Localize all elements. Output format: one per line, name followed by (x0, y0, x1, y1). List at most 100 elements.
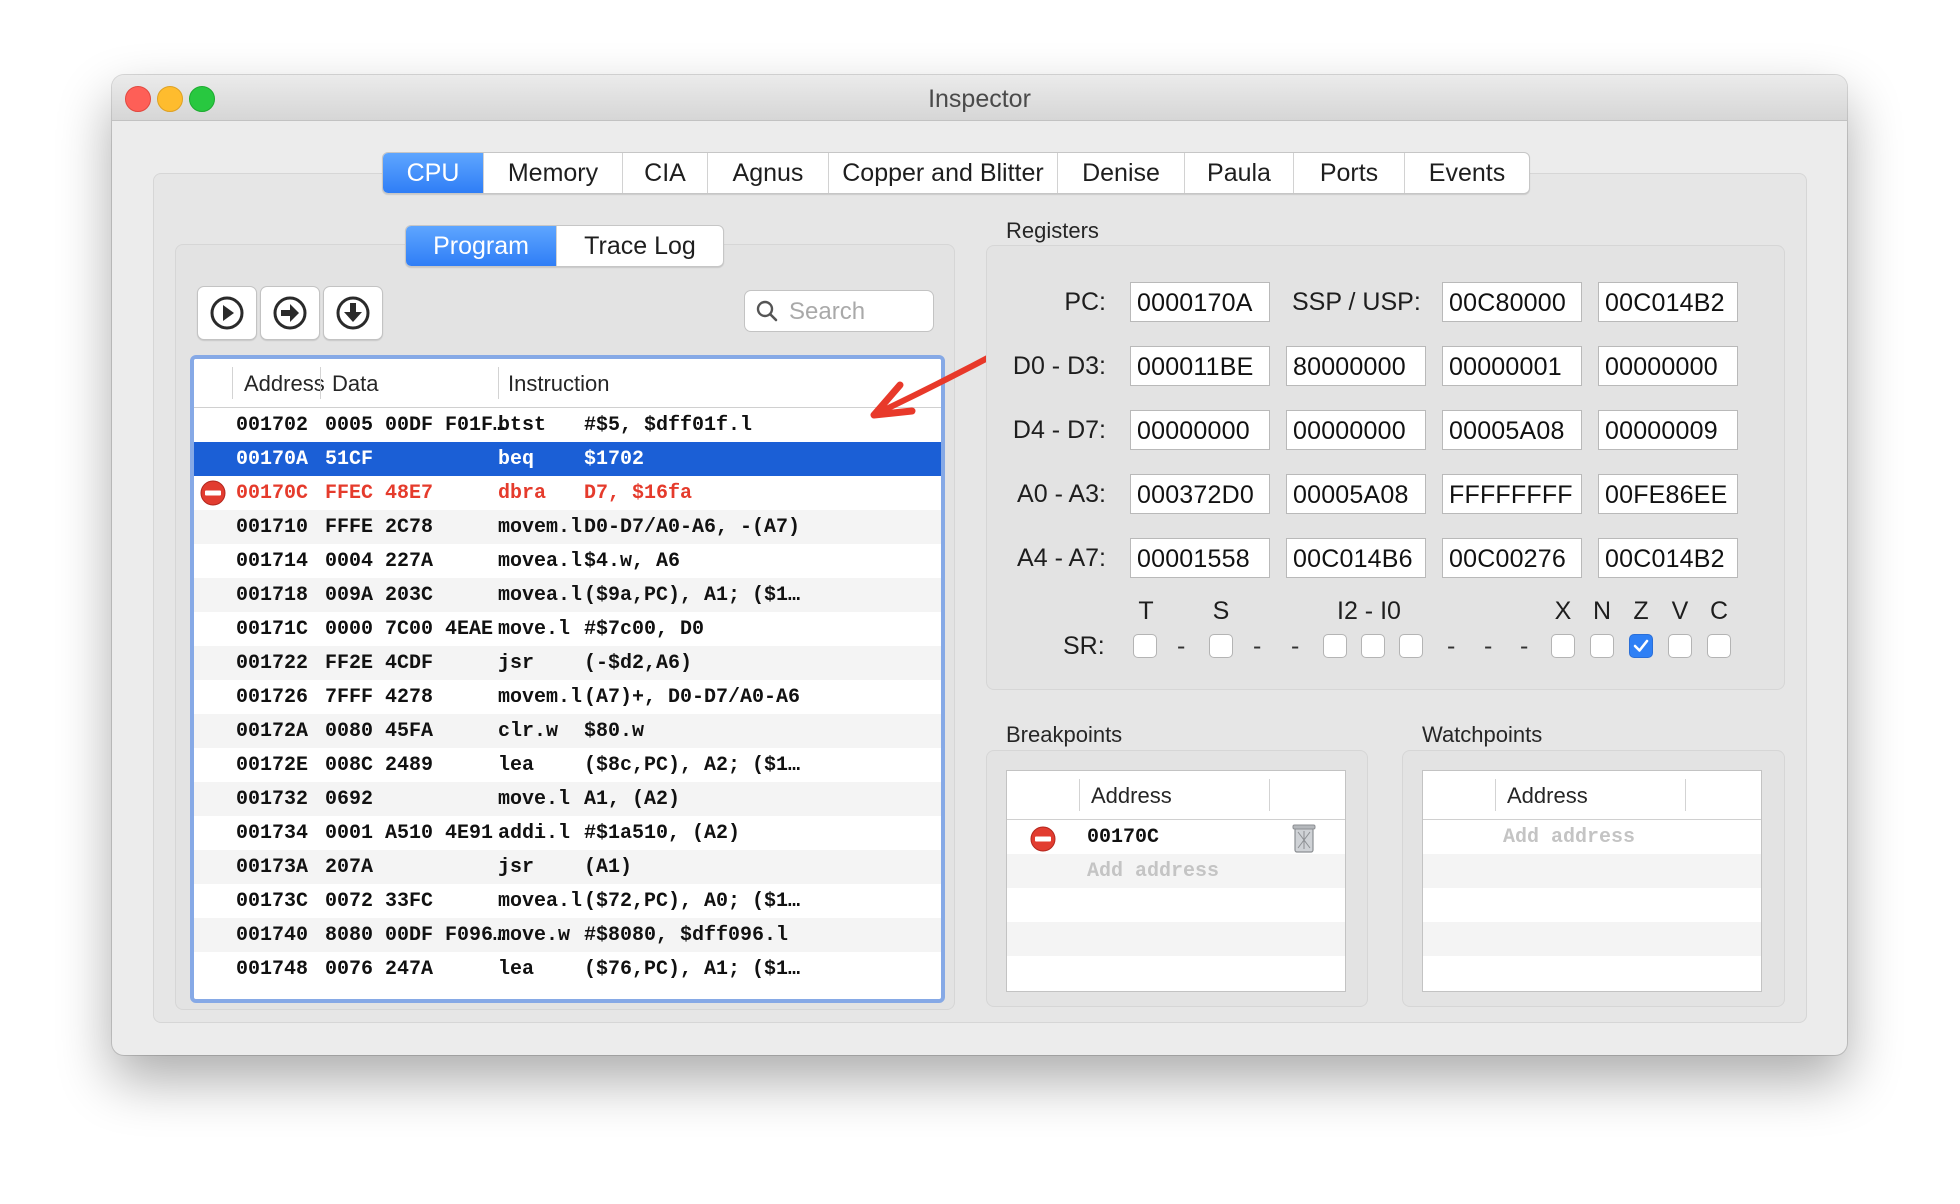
tab-program[interactable]: Program (406, 226, 557, 266)
register-a3[interactable]: 00FE86EE (1598, 474, 1738, 514)
title-bar: Inspector (112, 75, 1847, 121)
table-row[interactable]: 001710 FFFE 2C78 movem.l D0-D7/A0-A6, -(A7) (194, 510, 941, 544)
play-icon (210, 296, 244, 330)
table-row[interactable]: 001740 8080 00DF F096… move.w #$8080, $dff0… (194, 918, 941, 952)
table-row[interactable]: 001718 009A 203C movea.l ($9a,PC), A1; ($1… (194, 578, 941, 612)
row-mnemonic: movea.l (498, 584, 583, 607)
empty-row (1423, 888, 1761, 922)
tab-denise[interactable]: Denise (1058, 153, 1185, 193)
sr-bit-i0-checkbox[interactable] (1399, 634, 1423, 658)
sr-separator: - (1253, 632, 1262, 660)
breakpoint-add-row[interactable]: Add address (1007, 854, 1345, 888)
breakpoints-column-address[interactable]: Address (1091, 783, 1172, 809)
tab-agnus[interactable]: Agnus (708, 153, 829, 193)
flag-label-n: N (1592, 597, 1612, 625)
table-row[interactable]: 00170A 51CF beq $1702 (194, 442, 941, 476)
sr-bit-i2-checkbox[interactable] (1323, 634, 1347, 658)
register-ssp[interactable]: 00C80000 (1442, 282, 1582, 322)
register-d5[interactable]: 00000000 (1286, 410, 1426, 450)
sr-bit-t-checkbox[interactable] (1133, 634, 1157, 658)
tab-trace-log[interactable]: Trace Log (557, 226, 723, 266)
checkmark-icon (1633, 639, 1649, 652)
sr-bit-i1-checkbox[interactable] (1361, 634, 1385, 658)
table-row[interactable]: 001748 0076 247A lea ($76,PC), A1; ($1… (194, 952, 941, 986)
run-button[interactable] (197, 286, 257, 340)
column-header-address[interactable]: Address (244, 371, 325, 397)
column-header-instruction[interactable]: Instruction (508, 371, 610, 397)
row-data: 207A (325, 856, 374, 879)
step-over-button[interactable] (260, 286, 320, 340)
table-row[interactable]: 001722 FF2E 4CDF jsr (-$d2,A6) (194, 646, 941, 680)
breakpoint-icon[interactable] (199, 479, 227, 507)
instruction-table[interactable]: Address Data Instruction 001702 0005 00DF… (190, 355, 945, 1003)
register-a6[interactable]: 00C00276 (1442, 538, 1582, 578)
table-row[interactable]: 00172E 008C 2489 lea ($8c,PC), A2; ($1… (194, 748, 941, 782)
search-icon (756, 300, 778, 322)
row-address: 001714 (236, 550, 309, 573)
column-header-data[interactable]: Data (332, 371, 378, 397)
flag-label-i2-i0: I2 - I0 (1337, 597, 1401, 625)
sr-bit-n-checkbox[interactable] (1590, 634, 1614, 658)
register-d0[interactable]: 000011BE (1130, 346, 1270, 386)
register-d4[interactable]: 00000000 (1130, 410, 1270, 450)
register-d3[interactable]: 00000000 (1598, 346, 1738, 386)
table-row[interactable]: 001734 0001 A510 4E91 addi.l #$1a510, (A2) (194, 816, 941, 850)
sr-bit-x-checkbox[interactable] (1551, 634, 1575, 658)
row-mnemonic: beq (498, 448, 535, 471)
sub-tab-bar: Program Trace Log (405, 225, 724, 267)
register-d2[interactable]: 00000001 (1442, 346, 1582, 386)
register-a2[interactable]: FFFFFFFF (1442, 474, 1582, 514)
table-row[interactable]: 00173C 0072 33FC movea.l ($72,PC), A0; ($1… (194, 884, 941, 918)
breakpoint-row[interactable]: 00170C (1007, 820, 1345, 854)
row-data: FF2E 4CDF (325, 652, 434, 675)
watchpoints-column-address[interactable]: Address (1507, 783, 1588, 809)
sr-separator: - (1177, 632, 1186, 660)
row-operands: D7, $16fa (584, 482, 693, 505)
table-row[interactable]: 00170C FFEC 48E7 dbra D7, $16fa (194, 476, 941, 510)
tab-events[interactable]: Events (1405, 153, 1529, 193)
sr-bit-z-checkbox[interactable] (1629, 634, 1653, 658)
trash-icon[interactable] (1289, 822, 1319, 854)
table-row[interactable]: 00172A 0080 45FA clr.w $80.w (194, 714, 941, 748)
watchpoint-add-row[interactable]: Add address (1423, 820, 1761, 854)
breakpoints-table[interactable]: Address 00170C Add address (1006, 770, 1346, 992)
watchpoints-table[interactable]: Address Add address (1422, 770, 1762, 992)
row-mnemonic: jsr (498, 652, 535, 675)
register-a0[interactable]: 000372D0 (1130, 474, 1270, 514)
tab-cia[interactable]: CIA (623, 153, 708, 193)
registers-title: Registers (1006, 218, 1099, 243)
row-address: 00173A (236, 856, 309, 879)
tab-paula[interactable]: Paula (1185, 153, 1294, 193)
flag-label-s: S (1212, 597, 1230, 625)
tab-copper-and-blitter[interactable]: Copper and Blitter (829, 153, 1058, 193)
step-into-button[interactable] (323, 286, 383, 340)
register-a5[interactable]: 00C014B6 (1286, 538, 1426, 578)
register-a1[interactable]: 00005A08 (1286, 474, 1426, 514)
register-pc[interactable]: 0000170A (1130, 282, 1270, 322)
register-d7[interactable]: 00000009 (1598, 410, 1738, 450)
row-operands: $80.w (584, 720, 645, 743)
row-address: 00171C (236, 618, 309, 641)
sr-bit-s-checkbox[interactable] (1209, 634, 1233, 658)
table-row[interactable]: 001726 7FFF 4278 movem.l (A7)+, D0-D7/A0-A6 (194, 680, 941, 714)
tab-cpu[interactable]: CPU (383, 153, 484, 193)
tab-memory[interactable]: Memory (484, 153, 623, 193)
sr-bit-c-checkbox[interactable] (1707, 634, 1731, 658)
register-d6[interactable]: 00005A08 (1442, 410, 1582, 450)
register-d1[interactable]: 80000000 (1286, 346, 1426, 386)
row-mnemonic: btst (498, 414, 547, 437)
table-row[interactable]: 001702 0005 00DF F01F… btst #$5, $dff01f.l (194, 408, 941, 442)
sr-bit-v-checkbox[interactable] (1668, 634, 1692, 658)
register-usp[interactable]: 00C014B2 (1598, 282, 1738, 322)
table-row[interactable]: 001714 0004 227A movea.l $4.w, A6 (194, 544, 941, 578)
table-row[interactable]: 00171C 0000 7C00 4EAE move.l #$7c00, D0 (194, 612, 941, 646)
register-a7[interactable]: 00C014B2 (1598, 538, 1738, 578)
tab-ports[interactable]: Ports (1294, 153, 1405, 193)
row-address: 00172A (236, 720, 309, 743)
row-address: 001734 (236, 822, 309, 845)
table-row[interactable]: 00173A 207A jsr (A1) (194, 850, 941, 884)
table-row[interactable]: 001732 0692 move.l A1, (A2) (194, 782, 941, 816)
row-mnemonic: dbra (498, 482, 547, 505)
breakpoint-icon (1030, 826, 1056, 852)
register-a4[interactable]: 00001558 (1130, 538, 1270, 578)
